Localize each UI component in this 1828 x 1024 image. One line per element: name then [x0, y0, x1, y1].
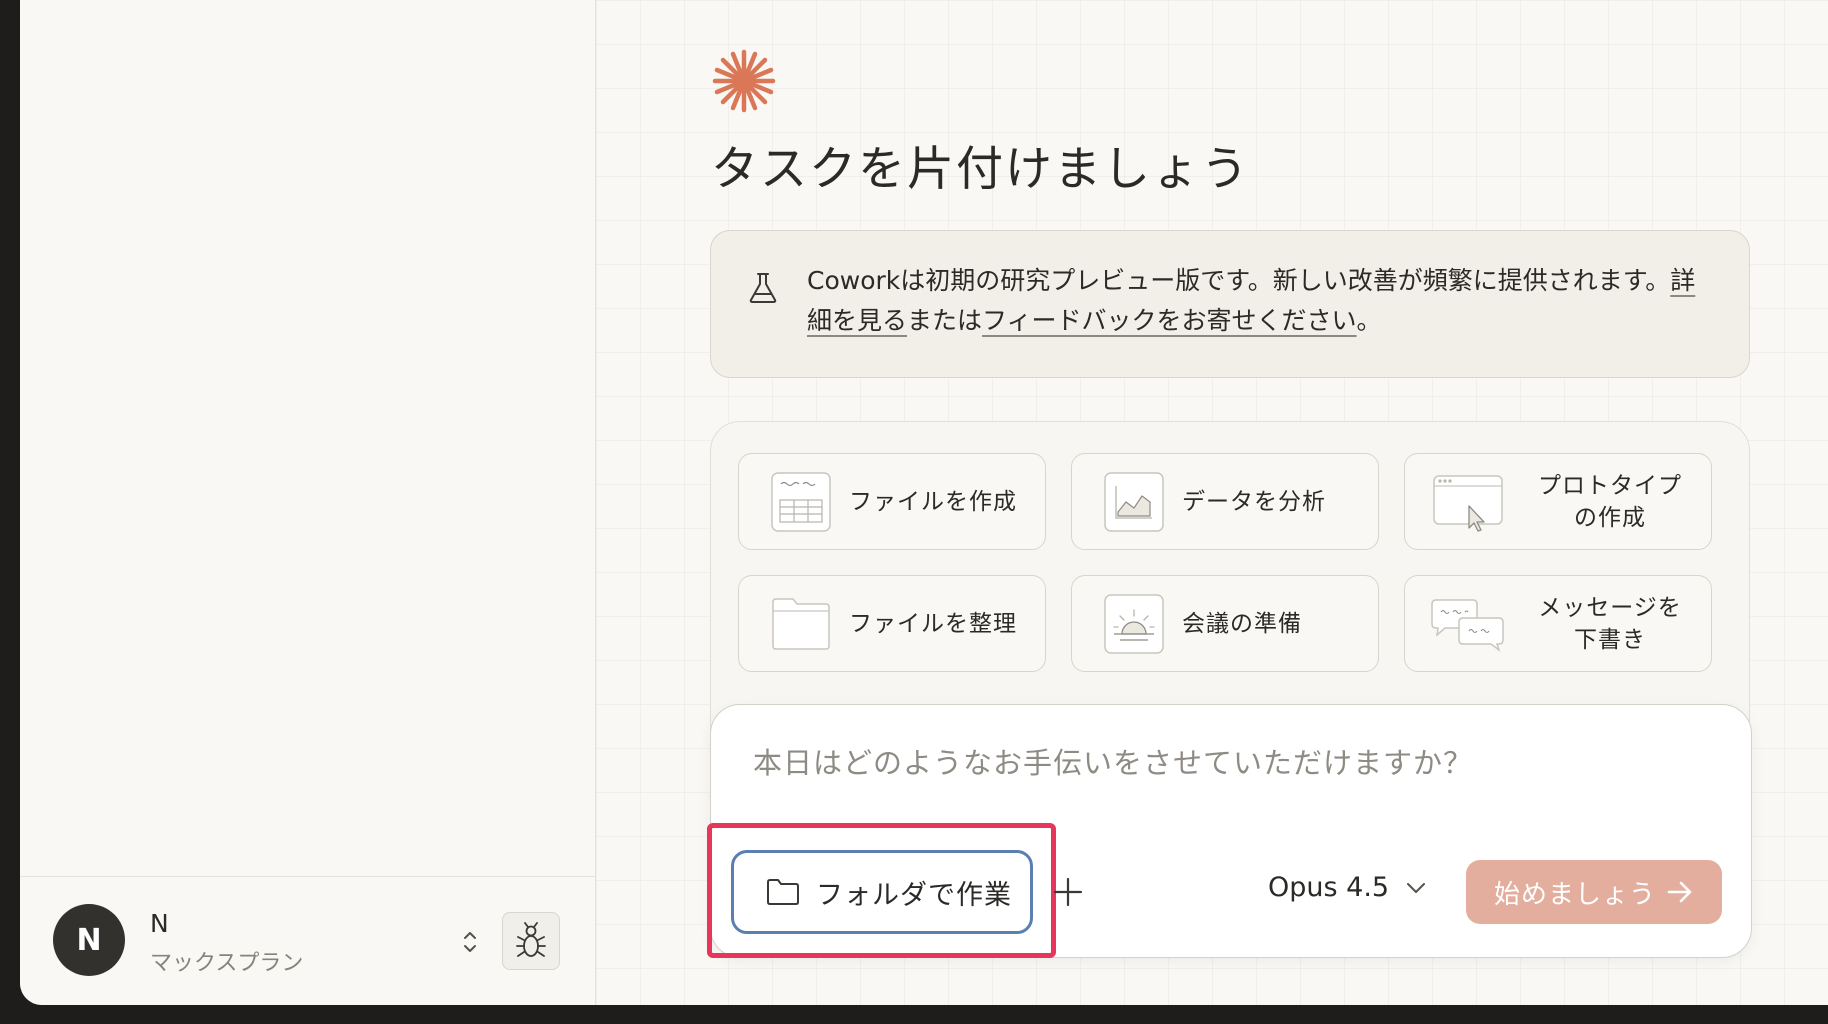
chevron-down-icon: [1407, 882, 1426, 893]
task-card-prepare-meeting[interactable]: 会議の準備: [1071, 575, 1379, 672]
chart-icon: [1104, 472, 1164, 532]
browser-cursor-icon: [1433, 475, 1503, 532]
user-name: N: [150, 909, 169, 938]
feedback-link[interactable]: フィードバックをお寄せください: [982, 306, 1357, 335]
chat-bubbles-icon: [1431, 599, 1504, 653]
folder-icon: [772, 598, 830, 650]
notice-text-3: 。: [1356, 306, 1382, 335]
debug-button[interactable]: [502, 912, 560, 970]
task-card-analyze-data[interactable]: データを分析: [1071, 453, 1379, 550]
start-button-label: 始めましょう: [1493, 879, 1656, 910]
page-title: タスクを片付けましょう: [711, 142, 1250, 197]
task-label: プロトタイプの作成: [1538, 472, 1682, 531]
task-label: ファイルを作成: [849, 488, 1017, 515]
task-label: ファイルを整理: [849, 610, 1017, 637]
user-plan: マックスプラン: [150, 951, 304, 976]
folder-icon: [767, 879, 799, 905]
notice-text: Coworkは初期の研究プレビュー版です。新しい改善が頻繁に提供されます。詳細を…: [807, 261, 1707, 341]
sunrise-icon: [1104, 594, 1164, 654]
flask-icon: [749, 273, 777, 303]
task-label: 会議の準備: [1182, 610, 1302, 637]
claude-asterisk-logo: [712, 49, 776, 113]
bug-icon: [516, 922, 546, 957]
preview-notice: Coworkは初期の研究プレビュー版です。新しい改善が頻繁に提供されます。詳細を…: [710, 230, 1750, 378]
model-name: Opus 4.5: [1268, 872, 1390, 903]
account-area[interactable]: N N マックスプラン: [20, 876, 595, 1005]
task-card-draft-message[interactable]: メッセージを下書き: [1404, 575, 1712, 672]
prompt-input[interactable]: [751, 745, 1655, 781]
task-label: データを分析: [1182, 488, 1326, 515]
start-button[interactable]: 始めましょう: [1466, 860, 1722, 924]
avatar[interactable]: N: [53, 904, 125, 976]
notice-text-1: Coworkは初期の研究プレビュー版です。新しい改善が頻繁に提供されます。: [807, 266, 1671, 295]
spreadsheet-icon: [771, 472, 831, 532]
work-in-folder-button[interactable]: フォルダで作業: [731, 850, 1033, 934]
chevron-up-down-icon[interactable]: [460, 927, 480, 957]
task-label: メッセージを下書き: [1538, 594, 1682, 653]
arrow-right-icon: [1667, 881, 1692, 903]
task-card-create-prototype[interactable]: プロトタイプの作成: [1404, 453, 1712, 550]
folder-button-label: フォルダで作業: [816, 879, 1012, 911]
task-card-organize-files[interactable]: ファイルを整理: [738, 575, 1046, 672]
model-selector[interactable]: Opus 4.5: [1268, 872, 1427, 903]
notice-text-2: または: [907, 306, 983, 335]
app-window: N N マックスプラン タスクを片付けましょう Coworkは初期の研究プレビュ…: [20, 0, 1828, 1005]
plus-icon[interactable]: [1052, 876, 1084, 908]
sidebar: N N マックスプラン: [20, 0, 596, 1005]
task-card-create-file[interactable]: ファイルを作成: [738, 453, 1046, 550]
